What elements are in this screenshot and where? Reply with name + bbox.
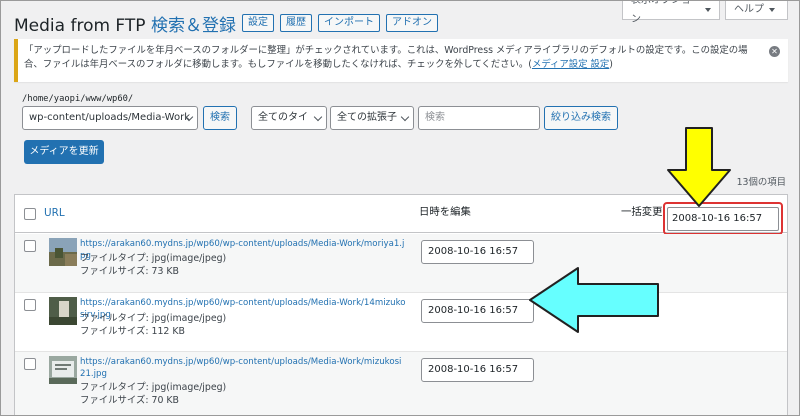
file-type: ファイルタイプ: jpg(image/jpeg)	[80, 313, 227, 324]
date-input[interactable]: 2008-10-16 16:57	[421, 240, 534, 264]
row-checkbox[interactable]	[24, 299, 36, 311]
dismiss-icon[interactable]: ✕	[769, 46, 780, 57]
help-label: ヘルプ	[734, 4, 764, 15]
filter-search-button[interactable]: 絞り込み検索	[544, 106, 618, 130]
thumbnail-image	[49, 238, 77, 266]
item-count: 13個の項目	[736, 177, 786, 188]
chevron-down-icon	[313, 112, 323, 122]
history-button[interactable]: 履歴	[279, 14, 312, 32]
file-size: ファイルサイズ: 112 KB	[80, 326, 185, 337]
caret-down-icon	[769, 7, 775, 12]
base-path-label: /home/yaopi/www/wp60/	[22, 94, 134, 104]
file-url-link[interactable]: https://arakan60.mydns.jp/wp60/wp-conten…	[80, 356, 406, 380]
url-column-header[interactable]: URL	[44, 207, 65, 219]
chevron-down-icon	[400, 112, 410, 122]
settings-button[interactable]: 設定	[241, 14, 274, 32]
folder-select-value: wp-content/uploads/Media-Work	[29, 112, 190, 123]
date-column-header: 日時を編集	[419, 206, 471, 218]
thumbnail-image	[49, 356, 77, 384]
caret-down-icon	[705, 7, 711, 12]
table-row: https://arakan60.mydns.jp/wp60/wp-conten…	[15, 293, 787, 352]
page-header: Media from FTP 検索＆登録 設定 履歴 インポート アドオン	[14, 12, 438, 36]
table-row: https://arakan60.mydns.jp/wp60/wp-conten…	[15, 352, 787, 416]
row-checkbox[interactable]	[24, 358, 36, 370]
yellow-arrow-icon	[667, 127, 731, 207]
notice-text: 「アップロードしたファイルを年月ベースのフォルダーに整理」がチェックされています…	[24, 45, 748, 70]
file-size: ファイルサイズ: 70 KB	[80, 395, 179, 406]
type-filter-value: 全てのタイ	[258, 112, 308, 123]
search-input[interactable]: 検索	[418, 106, 540, 130]
file-size: ファイルサイズ: 73 KB	[80, 266, 179, 277]
file-type: ファイルタイプ: jpg(image/jpeg)	[80, 253, 227, 264]
cyan-arrow-icon	[529, 267, 659, 333]
media-table: URL 日時を編集 一括変更 2008-10-16 16:57 https://…	[14, 194, 788, 416]
folder-search-button[interactable]: 検索	[203, 106, 237, 130]
bulk-change-label: 一括変更	[621, 206, 663, 218]
update-media-button[interactable]: メディアを更新	[24, 140, 104, 164]
extension-filter-value: 全ての拡張子	[337, 112, 397, 123]
table-row: https://arakan60.mydns.jp/wp60/wp-conten…	[15, 234, 787, 293]
warning-notice: 「アップロードしたファイルを年月ベースのフォルダーに整理」がチェックされています…	[14, 39, 788, 82]
row-checkbox[interactable]	[24, 240, 36, 252]
help-tab[interactable]: ヘルプ	[725, 0, 788, 20]
select-all-checkbox[interactable]	[24, 208, 36, 220]
import-button[interactable]: インポート	[317, 14, 380, 32]
extension-filter-select[interactable]: 全ての拡張子	[330, 106, 414, 130]
page-title: Media from FTP 検索＆登録	[14, 15, 236, 36]
file-type: ファイルタイプ: jpg(image/jpeg)	[80, 382, 227, 393]
addons-button[interactable]: アドオン	[385, 14, 438, 32]
media-settings-link-suffix[interactable]: 設定	[588, 59, 610, 70]
notice-text-end: )	[609, 59, 613, 70]
date-input[interactable]: 2008-10-16 16:57	[421, 299, 534, 323]
media-settings-link[interactable]: メディア設定	[532, 59, 588, 70]
screen-options-tab[interactable]: 表示オプション	[622, 0, 720, 25]
type-filter-select[interactable]: 全てのタイ	[251, 106, 327, 130]
folder-select[interactable]: wp-content/uploads/Media-Work	[22, 106, 198, 130]
date-input[interactable]: 2008-10-16 16:57	[421, 358, 534, 382]
thumbnail-image	[49, 297, 77, 325]
screen-options-label: 表示オプション	[631, 0, 691, 25]
